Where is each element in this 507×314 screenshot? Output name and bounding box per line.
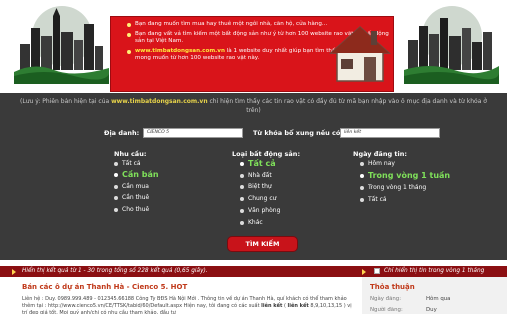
note-site-link[interactable]: www.timbatdongsan.com.vn — [111, 98, 207, 105]
search-note: (Lưu ý: Phiên bản hiện tại của www.timba… — [20, 97, 487, 115]
keyword-input[interactable]: liên kết — [340, 128, 440, 138]
need-option-buy[interactable]: Cần mua — [114, 183, 149, 191]
date-option-week[interactable]: Trong vòng 1 tuần — [360, 171, 450, 180]
desc-keyword: liên kết — [261, 303, 283, 309]
recent-only-checkbox[interactable] — [374, 268, 380, 274]
need-heading: Nhu cầu: — [114, 150, 147, 158]
poster-label: Người đăng: — [370, 307, 403, 313]
type-option-apartment[interactable]: Chung cư — [240, 195, 276, 203]
location-input[interactable]: CIENCO 5 — [143, 128, 243, 138]
house-icon — [329, 25, 391, 82]
note-text: chỉ hiện tìm thấy các tin rao vặt có đầy… — [207, 98, 487, 114]
promo-site-link[interactable]: www.timbatdongsan.com.vn — [135, 48, 225, 54]
promo-banner: Bạn đang muốn tìm mua hay thuê một ngôi … — [110, 16, 394, 92]
listing-title[interactable]: Bán các ô dự án Thanh Hà - Cienco 5. HOT — [22, 283, 187, 291]
need-option-lease[interactable]: Cho thuê — [114, 206, 149, 214]
desc-keyword: liên kết — [287, 303, 309, 309]
type-option-land[interactable]: Nhà đất — [240, 172, 272, 180]
date-posted-value: Hôm qua — [426, 296, 451, 302]
type-option-office[interactable]: Văn phòng — [240, 207, 280, 215]
type-option-all[interactable]: Tất cả — [240, 159, 276, 168]
page: Bạn đang muốn tìm mua hay thuê một ngôi … — [0, 0, 507, 314]
need-option-rent[interactable]: Cần thuê — [114, 194, 149, 202]
location-label: Địa danh: — [104, 129, 140, 137]
property-type-heading: Loại bất động sản: — [232, 150, 301, 158]
date-option-today[interactable]: Hôm nay — [360, 160, 395, 168]
post-date-heading: Ngày đăng tin: — [353, 150, 407, 158]
arrow-right-icon — [12, 269, 16, 275]
recent-only-label: Chỉ hiển thị tin trong vòng 1 tháng — [384, 268, 485, 274]
note-text: (Lưu ý: Phiên bản hiện tại của — [20, 98, 112, 105]
search-panel: (Lưu ý: Phiên bản hiện tại của www.timba… — [0, 93, 507, 260]
date-option-month[interactable]: Trong vòng 1 tháng — [360, 184, 426, 192]
date-option-all[interactable]: Tất cả — [360, 196, 387, 204]
results-summary: Hiển thị kết quả từ 1 - 30 trong tổng số… — [22, 268, 208, 274]
date-posted-label: Ngày đăng: — [370, 296, 402, 302]
keyword-label: Từ khóa bổ xung nếu có: — [253, 129, 343, 137]
poster-value: Duy — [426, 307, 437, 313]
type-option-villa[interactable]: Biệt thự — [240, 183, 272, 191]
header: Bạn đang muốn tìm mua hay thuê một ngôi … — [0, 0, 507, 93]
need-option-all[interactable]: Tất cả — [114, 160, 141, 168]
need-option-sell[interactable]: Cần bán — [114, 170, 159, 179]
arrow-right-icon — [362, 269, 366, 275]
search-button[interactable]: TÌM KIẾM — [227, 236, 298, 252]
city-skyline-right-image — [404, 6, 499, 84]
promo-text: Bạn đang muốn tìm mua hay thuê một ngôi … — [135, 21, 328, 27]
listing-sidebar: Thỏa thuận Ngày đăng: Hôm qua Người đăng… — [362, 277, 507, 314]
price-label: Thỏa thuận — [370, 283, 415, 291]
type-option-other[interactable]: Khác — [240, 219, 263, 227]
listing-description: Liên hệ : Duy. 0989.999.489 - 012345.661… — [22, 296, 358, 314]
results-bar: Hiển thị kết quả từ 1 - 30 trong tổng số… — [0, 266, 507, 277]
city-skyline-left-image — [14, 6, 109, 84]
